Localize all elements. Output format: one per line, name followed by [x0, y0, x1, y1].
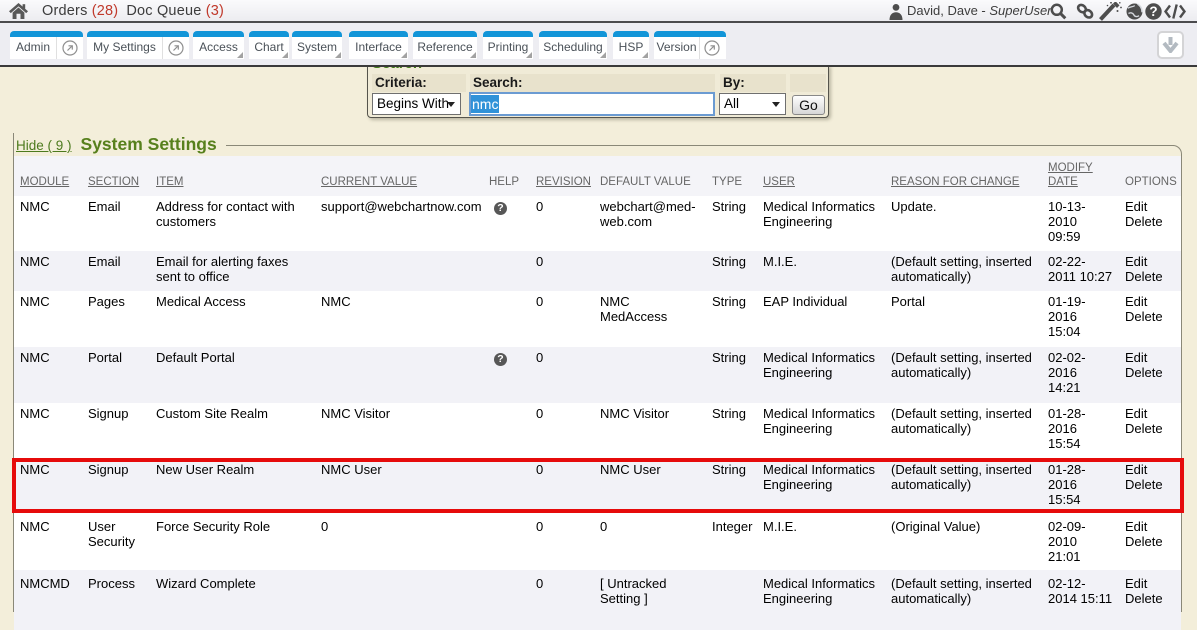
svg-text:?: ? [1149, 4, 1157, 19]
